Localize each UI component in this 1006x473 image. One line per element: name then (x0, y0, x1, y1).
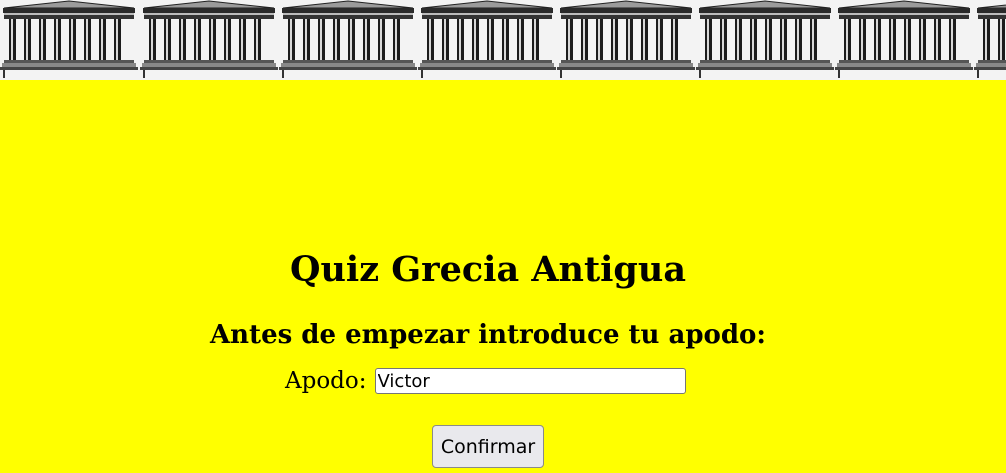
nickname-input[interactable] (374, 368, 686, 394)
confirm-button[interactable]: Confirmar (432, 425, 544, 468)
greek-temple-icon (835, 0, 973, 80)
greek-temple-icon (557, 0, 695, 80)
greek-temple-icon (0, 0, 138, 80)
greek-temple-icon (418, 0, 556, 80)
greek-temple-icon (140, 0, 278, 80)
page-title: Quiz Grecia Antigua (289, 249, 687, 290)
nickname-form: Apodo: (285, 364, 686, 398)
greek-temple-icon (974, 0, 1006, 80)
nickname-prompt: Antes de empezar introduce tu apodo: (209, 320, 767, 350)
greek-temple-icon (696, 0, 834, 80)
nickname-label: Apodo: (285, 368, 367, 394)
temple-banner (0, 0, 1006, 80)
greek-temple-icon (279, 0, 417, 80)
main-content: Quiz Grecia Antigua Antes de empezar int… (0, 80, 1006, 473)
